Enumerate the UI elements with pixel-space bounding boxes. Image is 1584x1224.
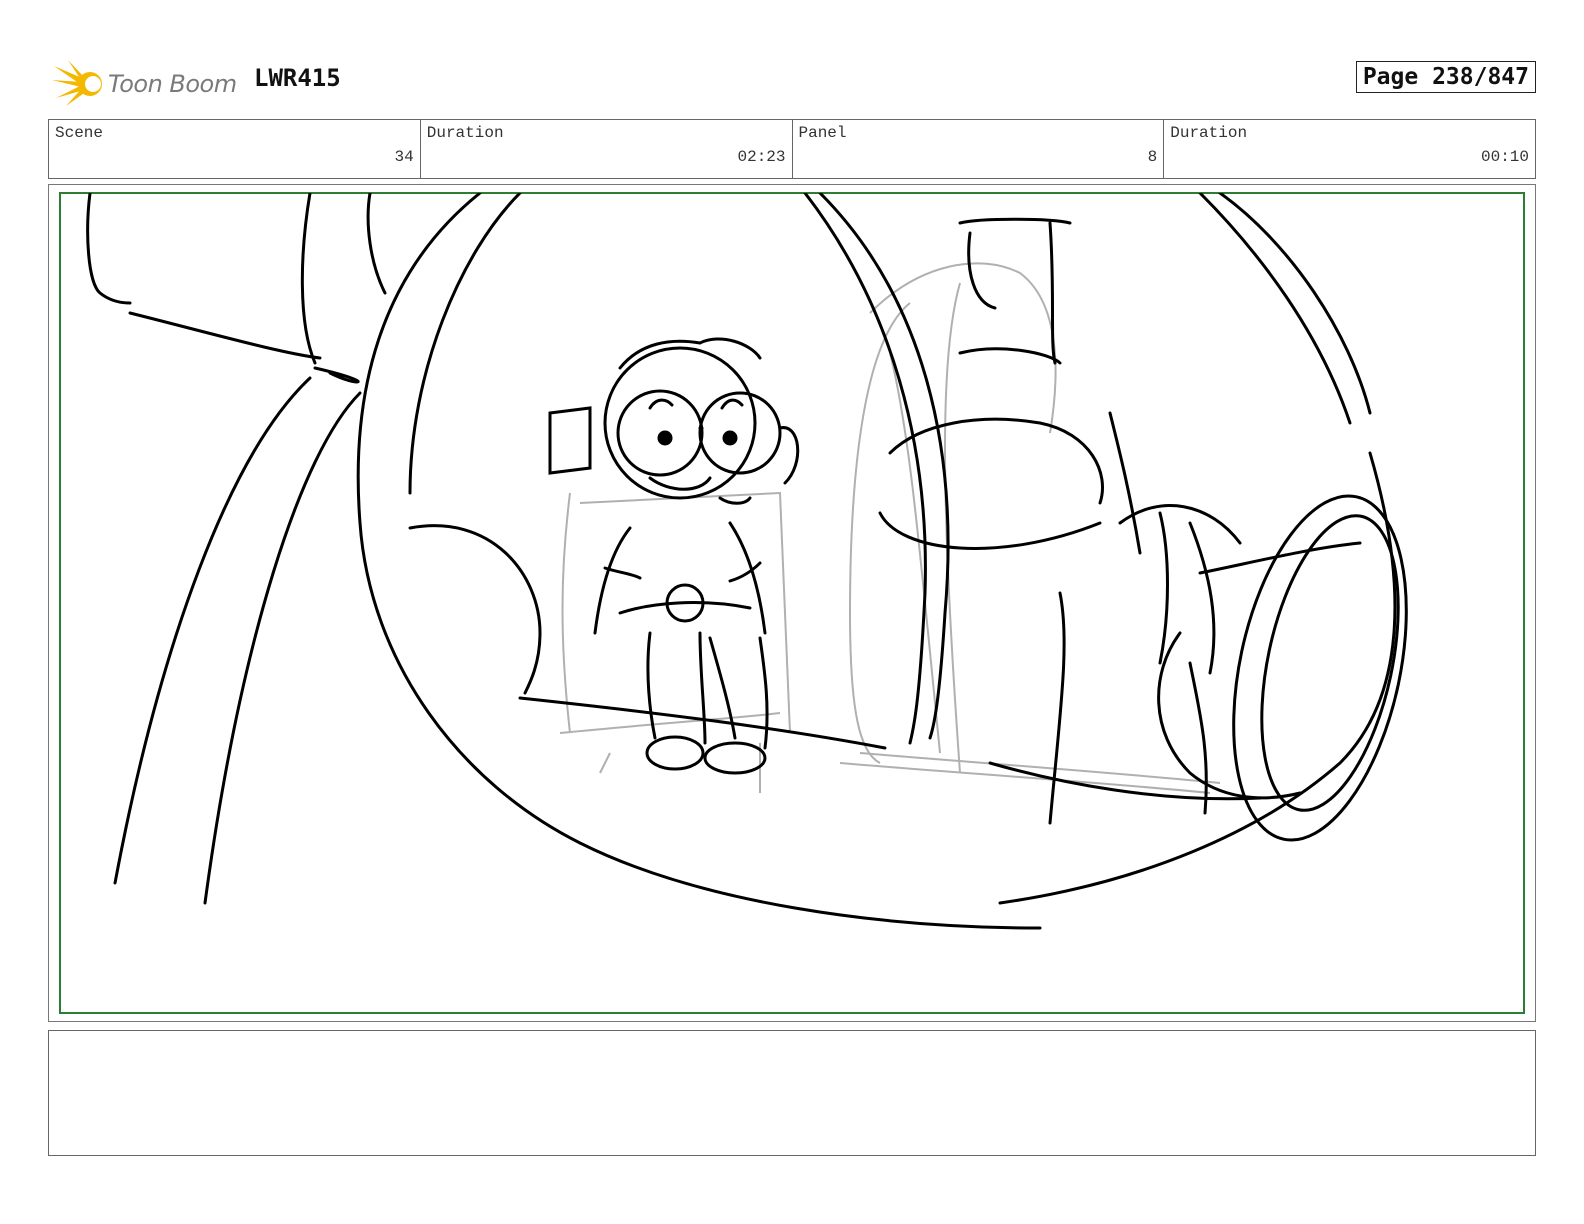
toon-boom-logo: Toon Boom	[52, 58, 242, 108]
scene-value: 34	[394, 148, 414, 166]
scene-duration-value: 02:23	[737, 148, 786, 166]
panel-label: Panel	[798, 124, 847, 142]
scene-label: Scene	[55, 124, 104, 142]
logo-text: Toon Boom	[108, 70, 237, 98]
panel-duration-value: 00:10	[1480, 148, 1529, 166]
panel-cell: Panel 8	[793, 120, 1165, 178]
panel-sketch	[86, 193, 1408, 930]
panel-duration-label: Duration	[1170, 124, 1248, 142]
scene-duration-label: Duration	[426, 124, 504, 142]
scene-cell: Scene 34	[49, 120, 421, 178]
panel-info-bar: Scene 34 Duration 02:23 Panel 8 Duration…	[48, 119, 1536, 179]
project-code: LWR415	[254, 64, 341, 92]
toon-boom-sunburst-icon	[52, 60, 102, 106]
panel-duration-cell: Duration 00:10	[1164, 120, 1535, 178]
page-number: Page 238/847	[1355, 61, 1536, 93]
sketch-lines	[86, 193, 1408, 930]
panel-notes-box	[48, 1030, 1536, 1156]
panel-value: 8	[1147, 148, 1158, 166]
scene-duration-cell: Duration 02:23	[421, 120, 793, 178]
storyboard-header: Toon Boom LWR415 Page 238/847	[48, 52, 1536, 110]
